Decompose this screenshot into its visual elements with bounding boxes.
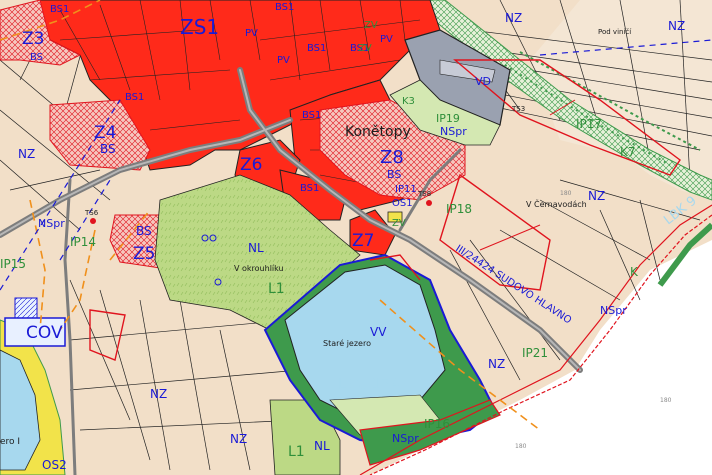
label-stare-jezero: Staré jezero — [323, 338, 371, 348]
label-z3: Z3 — [22, 29, 44, 49]
label-z6: Z6 — [240, 155, 262, 175]
label-nl-1: NL — [248, 241, 264, 255]
label-konetopy: Konětopy — [345, 124, 411, 140]
label-nl-2: NL — [314, 439, 330, 453]
label-contour-180-c: 180 — [660, 397, 672, 404]
label-k3: K3 — [402, 96, 415, 107]
label-bs-z5: BS — [136, 224, 152, 238]
label-bs-z4: BS — [100, 142, 116, 156]
label-ip21: IP21 — [522, 346, 548, 360]
label-vv: VV — [370, 325, 387, 339]
label-nz-3: NZ — [18, 147, 35, 161]
label-nz-7: NZ — [230, 432, 247, 446]
label-l1-2: L1 — [288, 444, 305, 460]
label-nz-4: NZ — [588, 189, 605, 203]
label-lbc-174: LBC 174 — [338, 375, 400, 393]
label-nspr-ip19: NSpr — [440, 125, 467, 138]
label-nspr-south: NSpr — [392, 432, 419, 445]
label-nz-6: NZ — [150, 387, 167, 401]
label-ts6: TS6 — [84, 209, 99, 217]
label-z8: Z8 — [380, 147, 404, 168]
label-k7: K7 — [620, 145, 636, 159]
label-nz-5: NZ — [488, 357, 505, 371]
label-ip18: IP18 — [446, 202, 472, 216]
label-ip19: IP19 — [436, 112, 460, 125]
label-bs1-g: BS1 — [300, 183, 319, 194]
label-z7: Z7 — [352, 231, 374, 251]
label-nz-2: NZ — [668, 19, 685, 33]
label-ip11: IP11 — [395, 184, 417, 195]
label-pv-3: PV — [277, 55, 290, 66]
label-zv-2: ZV — [358, 43, 372, 54]
label-bs1-b: BS1 — [275, 2, 294, 13]
label-bs1-f: BS1 — [302, 110, 321, 121]
label-bs1-a: BS1 — [50, 4, 69, 15]
label-v-cernavodach: V Černavodách — [526, 198, 587, 209]
label-pod-vinici: Pod viničí — [598, 28, 632, 36]
label-zv-3: ZV — [392, 218, 406, 229]
label-ip17: IP17 — [576, 117, 602, 131]
label-ip14: IP14 — [70, 235, 96, 249]
label-os1: OS1 — [392, 198, 413, 209]
label-ip15: IP15 — [0, 257, 26, 271]
label-nspr-west: NSpr — [38, 217, 65, 230]
label-ts3: TS3 — [511, 105, 525, 113]
label-ts8: TS8 — [417, 190, 431, 198]
label-v-okrouhliku: V okrouhlíku — [234, 264, 284, 273]
symbol-point-ip14 — [90, 218, 96, 224]
label-nz-1: NZ — [505, 11, 522, 25]
label-l1-1: L1 — [268, 281, 285, 297]
cov-hatched — [14, 297, 38, 321]
label-contour-180-a: 180 — [560, 190, 572, 197]
label-k: K — [630, 265, 639, 279]
label-bs1-e: BS1 — [125, 92, 144, 103]
map-canvas[interactable]: ZS1 Z3 BS Z4 BS BS Z5 Z6 Z7 Z8 BS Koněto… — [0, 0, 712, 475]
label-bs-z3: BS — [30, 52, 43, 63]
label-bs1-c: BS1 — [307, 43, 326, 54]
label-cov: COV — [26, 323, 63, 343]
label-bs-z8: BS — [387, 168, 401, 181]
symbol-point-ts8 — [426, 200, 432, 206]
label-nspr-east: NSpr — [600, 304, 627, 317]
label-zs1: ZS1 — [180, 15, 219, 39]
label-pv-2: PV — [380, 34, 393, 45]
label-z4: Z4 — [94, 123, 116, 143]
label-contour-180-b: 180 — [515, 443, 527, 450]
label-os2: OS2 — [42, 458, 67, 472]
label-ero: ero I — [0, 437, 20, 447]
label-ip16: IP16 — [424, 417, 450, 431]
zoning-map[interactable]: ZS1 Z3 BS Z4 BS BS Z5 Z6 Z7 Z8 BS Koněto… — [0, 0, 712, 475]
label-vd: VD — [475, 75, 491, 88]
label-pv-1: PV — [245, 28, 258, 39]
label-z5: Z5 — [133, 244, 155, 264]
label-zv-1: ZV — [364, 20, 378, 31]
